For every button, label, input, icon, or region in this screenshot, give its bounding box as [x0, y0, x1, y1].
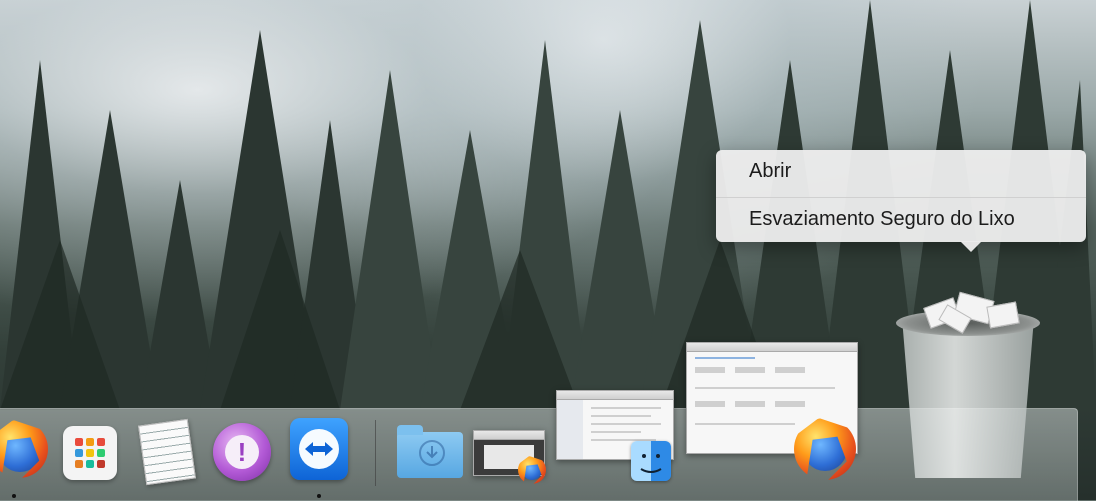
running-indicator — [12, 494, 16, 498]
launchpad-icon[interactable] — [63, 426, 117, 480]
firefox-badge-small — [518, 456, 546, 484]
downloads-folder-icon[interactable] — [397, 425, 463, 478]
dock-item-firefox[interactable] — [0, 420, 50, 480]
textedit-page — [138, 418, 196, 486]
menu-item-secure-empty-trash[interactable]: Esvaziamento Seguro do Lixo — [716, 202, 1086, 236]
menu-item-open[interactable]: Abrir — [716, 154, 1086, 188]
dock-separator — [375, 420, 376, 486]
finder-icon — [631, 441, 671, 481]
feedback-icon[interactable]: ! — [213, 423, 271, 481]
firefox-badge-large — [794, 418, 856, 480]
trash-context-menu: Abrir Esvaziamento Seguro do Lixo — [716, 150, 1086, 252]
download-arrow-icon — [419, 440, 445, 466]
teamviewer-icon[interactable] — [290, 418, 348, 480]
running-indicator — [317, 494, 321, 498]
textedit-icon[interactable] — [138, 418, 196, 486]
trash-can-body — [902, 318, 1034, 478]
exclamation-glyph: ! — [225, 435, 259, 469]
trash-full-icon[interactable] — [896, 291, 1040, 480]
teamviewer-circle — [299, 429, 339, 469]
menu-separator — [716, 197, 1086, 198]
